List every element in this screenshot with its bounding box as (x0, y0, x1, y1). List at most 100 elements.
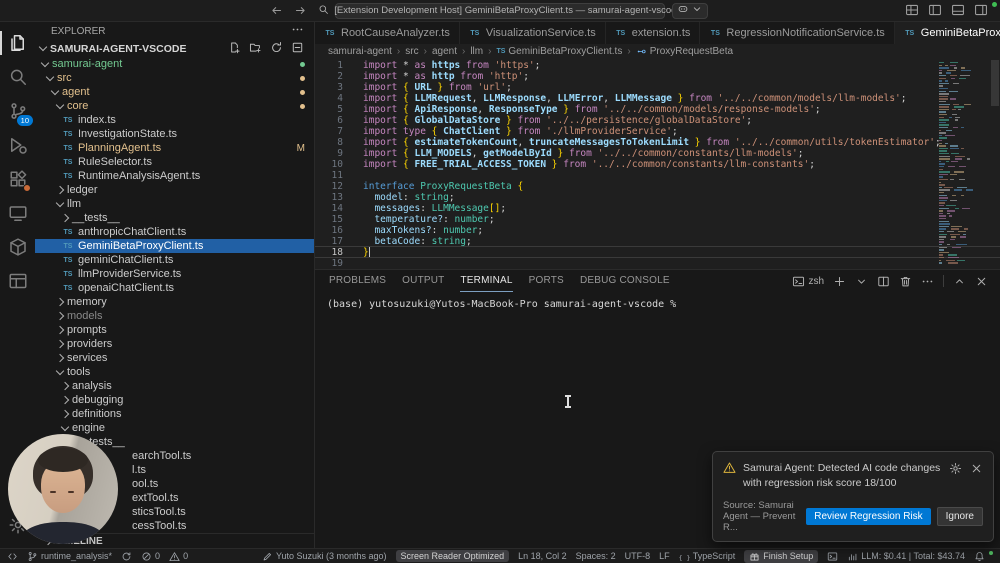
trash-icon[interactable] (899, 275, 912, 288)
tree-item-analysis[interactable]: analysis (35, 379, 314, 393)
status-errors[interactable]: 0 (141, 551, 160, 562)
status-git-branch[interactable]: runtime_analysis* (27, 551, 112, 562)
tree-item-investigationstate-ts[interactable]: TSInvestigationState.ts (35, 127, 314, 141)
workspace-section-header[interactable]: SAMURAI-AGENT-VSCODE (35, 40, 314, 57)
tab-extension-ts[interactable]: TSextension.ts (606, 22, 701, 44)
status-indentation[interactable]: Spaces: 2 (576, 551, 616, 561)
review-regression-risk-button[interactable]: Review Regression Risk (806, 508, 930, 525)
status-remote[interactable] (7, 551, 18, 562)
notification-settings-button[interactable] (949, 462, 962, 478)
status-language-mode[interactable]: { }TypeScript (679, 551, 736, 562)
tab-geminibetaproxyclient-ts[interactable]: TSGeminiBetaProxyClient.ts× (895, 22, 1000, 44)
line-number: 18 (315, 247, 351, 258)
panel-tab-terminal[interactable]: TERMINAL (460, 270, 512, 292)
activity-item-layout-panels[interactable] (0, 264, 35, 298)
split-icon[interactable] (877, 275, 890, 288)
tab-regressionnotificationservice-ts[interactable]: TSRegressionNotificationService.ts (700, 22, 894, 44)
tree-item-label: ool.ts (132, 478, 158, 490)
status-encoding[interactable]: UTF-8 (625, 551, 651, 561)
history-forward-button[interactable] (294, 4, 307, 22)
new-file-icon[interactable] (228, 41, 241, 57)
tree-item-debugging[interactable]: debugging (35, 393, 314, 407)
status-eol[interactable]: LF (659, 551, 670, 561)
tree-item-providers[interactable]: providers (35, 337, 314, 351)
code-editor[interactable]: 12345678910111213141516171819 import * a… (315, 58, 1000, 269)
ignore-button[interactable]: Ignore (937, 507, 983, 526)
breadcrumb-item-geminibetaproxyclient-ts[interactable]: TSGeminiBetaProxyClient.ts (496, 46, 622, 57)
terminal[interactable]: (base) yutosuzuki@Yutos-MacBook-Pro samu… (315, 292, 1000, 310)
panel-tab-ports[interactable]: PORTS (529, 270, 564, 292)
status-screen-reader[interactable]: Screen Reader Optimized (396, 550, 510, 562)
breadcrumb-item-src[interactable]: src (405, 46, 418, 57)
code-line: model: string; (363, 192, 1000, 203)
explorer-more-button[interactable] (291, 23, 304, 39)
notification-close-button[interactable] (970, 462, 983, 478)
tab-visualizationservice-ts[interactable]: TSVisualizationService.ts (460, 22, 606, 44)
tree-item-tools[interactable]: tools (35, 365, 314, 379)
tree-item-services[interactable]: services (35, 351, 314, 365)
tree-item-core[interactable]: core (35, 99, 314, 113)
tree-item-prompts[interactable]: prompts (35, 323, 314, 337)
tree-item-geminibetaproxyclient-ts[interactable]: TSGeminiBetaProxyClient.ts (35, 239, 314, 253)
panel-tab-problems[interactable]: PROBLEMS (329, 270, 386, 292)
tree-item-src[interactable]: src (35, 71, 314, 85)
breadcrumb-item-samurai-agent[interactable]: samurai-agent (328, 46, 392, 57)
activity-item-package[interactable] (0, 230, 35, 264)
tree-item-ruleselector-ts[interactable]: TSRuleSelector.ts (35, 155, 314, 169)
status-cursor-position[interactable]: Ln 18, Col 2 (518, 551, 567, 561)
close-icon[interactable] (975, 275, 988, 288)
tree-item-agent[interactable]: agent (35, 85, 314, 99)
tree-item-planningagent-ts[interactable]: TSPlanningAgent.tsM (35, 141, 314, 155)
tree-item-engine[interactable]: engine (35, 421, 314, 435)
tree-item-ledger[interactable]: ledger (35, 183, 314, 197)
status-notifications[interactable] (974, 551, 993, 562)
status-git-blame[interactable]: Yuto Suzuki (3 months ago) (262, 551, 387, 562)
tab-rootcauseanalyzer-ts[interactable]: TSRootCauseAnalyzer.ts (315, 22, 460, 44)
activity-item-remote-window[interactable] (0, 196, 35, 230)
plus-icon[interactable] (833, 275, 846, 288)
activity-item-search[interactable] (0, 60, 35, 94)
history-back-button[interactable] (270, 4, 283, 22)
tree-item-openaichatclient-ts[interactable]: TSopenaiChatClient.ts (35, 281, 314, 295)
tree-item-index-ts[interactable]: TSindex.ts (35, 113, 314, 127)
status-sync[interactable] (121, 551, 132, 562)
panel-tab-output[interactable]: OUTPUT (402, 270, 444, 292)
braces-icon: { } (679, 551, 690, 562)
tree-item-geminichatclient-ts[interactable]: TSgeminiChatClient.ts (35, 253, 314, 267)
status-finish-setup[interactable]: Finish Setup (744, 550, 818, 563)
status-terminal[interactable] (827, 551, 838, 562)
tree-item-models[interactable]: models (35, 309, 314, 323)
tree-item-samurai-agent[interactable]: samurai-agent (35, 57, 314, 71)
layout-grid-icon[interactable] (905, 3, 919, 22)
terminal-icon[interactable]: zsh (792, 275, 824, 288)
breadcrumb-item-llm[interactable]: llm (470, 46, 483, 57)
status-warnings[interactable]: 0 (169, 551, 188, 562)
tree-item-memory[interactable]: memory (35, 295, 314, 309)
tree-item-tests[interactable]: __tests__ (35, 211, 314, 225)
activity-item-extensions[interactable] (0, 162, 35, 196)
activity-item-explorer[interactable] (0, 26, 35, 60)
collapse-all-icon[interactable] (291, 41, 304, 57)
more-icon[interactable] (921, 275, 934, 288)
line-number: 16 (315, 225, 351, 236)
activity-item-source-control[interactable]: 10 (0, 94, 35, 128)
status-llm-cost[interactable]: LLM: $0.41 | Total: $43.74 (847, 551, 965, 562)
layout-panel-icon[interactable] (951, 3, 965, 22)
chevron-up-icon[interactable] (953, 275, 966, 288)
copilot-menu[interactable] (672, 3, 708, 19)
tree-item-definitions[interactable]: definitions (35, 407, 314, 421)
tree-item-llm[interactable]: llm (35, 197, 314, 211)
panel-tab-debug-console[interactable]: DEBUG CONSOLE (580, 270, 670, 292)
new-folder-icon[interactable] (249, 41, 262, 57)
layout-sidebar-right-icon[interactable] (974, 3, 988, 22)
breadcrumb-item-proxyrequestbeta[interactable]: ProxyRequestBeta (636, 46, 733, 57)
breadcrumb-item-agent[interactable]: agent (432, 46, 457, 57)
refresh-icon[interactable] (270, 41, 283, 57)
command-center[interactable]: [Extension Development Host] GeminiBetaP… (335, 3, 665, 19)
tree-item-anthropicchatclient-ts[interactable]: TSanthropicChatClient.ts (35, 225, 314, 239)
layout-sidebar-left-icon[interactable] (928, 3, 942, 22)
chevron-down-icon[interactable] (855, 275, 868, 288)
tree-item-runtimeanalysisagent-ts[interactable]: TSRuntimeAnalysisAgent.ts (35, 169, 314, 183)
activity-item-run-debug[interactable] (0, 128, 35, 162)
tree-item-llmproviderservice-ts[interactable]: TSllmProviderService.ts (35, 267, 314, 281)
